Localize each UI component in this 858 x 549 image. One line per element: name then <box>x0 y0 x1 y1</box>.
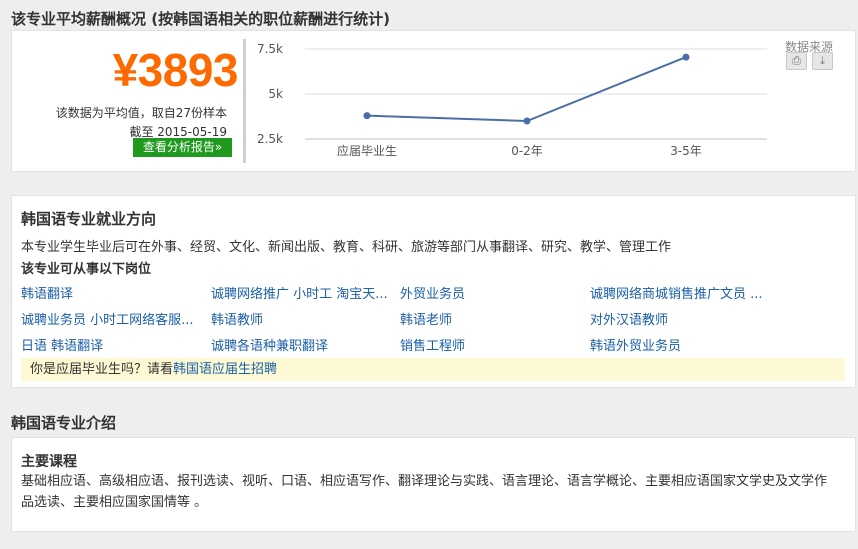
series-line <box>366 56 687 123</box>
intro-card: 主要课程 基础相应语、高级相应语、报刊选读、视听、口语、相应语写作、翻译理论与实… <box>11 437 856 532</box>
x-tick-label: 应届毕业生 <box>337 143 397 158</box>
job-link[interactable]: 外贸业务员 <box>400 283 465 302</box>
courses-text: 基础相应语、高级相应语、报刊选读、视听、口语、相应语写作、翻译理论与实践、语言理… <box>21 474 828 510</box>
job-link[interactable]: 韩语教师 <box>211 309 263 328</box>
job-link[interactable]: 日语 韩语翻译 <box>21 335 103 354</box>
job-link[interactable]: 诚聘网络商城销售推广文员 ... <box>590 283 763 302</box>
job-link[interactable]: 销售工程师 <box>400 335 465 354</box>
x-tick-label: 0-2年 <box>511 144 543 158</box>
data-point[interactable] <box>682 53 690 61</box>
job-link[interactable]: 诚聘网络推广 小时工 淘宝天... <box>211 283 388 302</box>
graduate-notice: 你是应届毕业生吗？请看韩国语应届生招聘 <box>21 358 845 381</box>
data-point[interactable] <box>523 117 531 125</box>
y-tick-label: 7.5k <box>257 42 283 56</box>
job-link[interactable]: 韩语翻译 <box>21 283 73 302</box>
y-tick-label: 5k <box>268 87 283 101</box>
job-link[interactable]: 对外汉语教师 <box>590 309 668 328</box>
data-point[interactable] <box>363 112 371 120</box>
notice-text: 你是应届毕业生吗？请看 <box>30 362 174 377</box>
job-link[interactable]: 韩语老师 <box>400 309 452 328</box>
salary-section-title: 该专业平均薪酬概况 (按韩国语相关的职位薪酬进行统计) <box>11 10 390 28</box>
print-icon: ⎙ <box>792 54 801 67</box>
download-button[interactable]: ⤓ <box>812 52 833 70</box>
job-link[interactable]: 诚聘业务员 小时工网络客服... <box>21 309 194 328</box>
jobs-subtitle: 该专业可从事以下岗位 <box>21 262 152 277</box>
intro-section-title: 韩国语专业介绍 <box>11 414 117 432</box>
x-tick-label: 3-5年 <box>670 144 702 158</box>
salary-card: ¥3893 该数据为平均值，取自27份样本 截至 2015-05-19 查看分析… <box>11 30 856 172</box>
print-button[interactable]: ⎙ <box>786 52 807 70</box>
download-icon: ⤓ <box>820 54 825 67</box>
job-link[interactable]: 韩语外贸业务员 <box>590 335 681 354</box>
jobs-card: 韩国语专业就业方向 本专业学生毕业后可在外事、经贸、文化、新闻出版、教育、科研、… <box>11 195 856 388</box>
job-link[interactable]: 诚聘各语种兼职翻译 <box>211 335 328 354</box>
courses-title: 主要课程 <box>21 454 77 470</box>
jobs-description: 本专业学生毕业后可在外事、经贸、文化、新闻出版、教育、科研、旅游等部门从事翻译、… <box>21 240 672 255</box>
graduate-jobs-link[interactable]: 韩国语应届生招聘 <box>173 362 277 377</box>
y-tick-label: 2.5k <box>257 132 283 146</box>
jobs-title: 韩国语专业就业方向 <box>21 210 157 228</box>
salary-chart: 7.5k 5k 2.5k 应届毕业生 0-2年 3-5年 <box>257 42 767 158</box>
